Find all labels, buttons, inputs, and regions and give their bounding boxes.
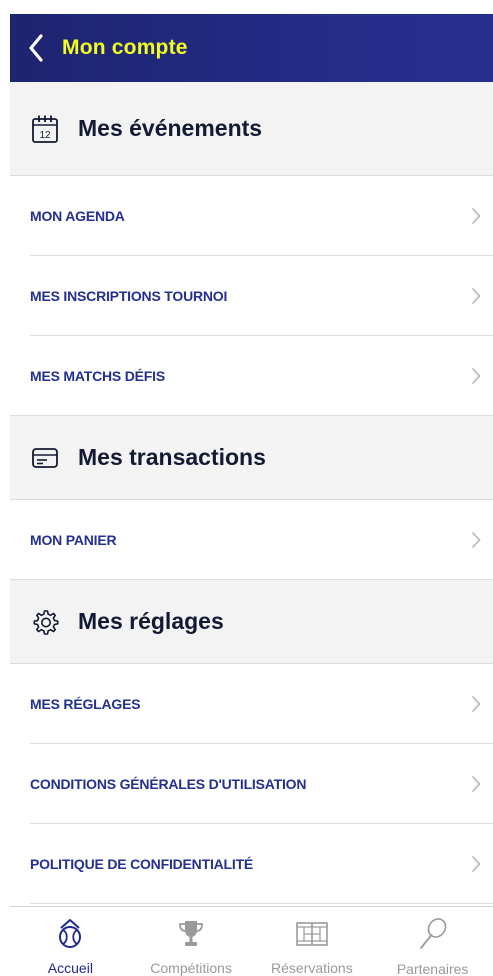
chevron-right-icon (469, 530, 483, 550)
bottom-tab-bar: Accueil Compétitions Réservations Parten… (10, 906, 493, 976)
chevron-right-icon (469, 366, 483, 386)
menu-item-label: MON PANIER (30, 532, 117, 548)
chevron-right-icon (469, 206, 483, 226)
app-header: Mon compte (10, 14, 493, 82)
trophy-icon (174, 917, 208, 950)
tab-label: Compétitions (150, 960, 232, 976)
court-icon (295, 917, 329, 950)
menu-item-privacy-policy[interactable]: POLITIQUE DE CONFIDENTIALITÉ (10, 824, 493, 904)
menu-item-label: MON AGENDA (30, 208, 125, 224)
card-icon (30, 443, 60, 473)
section-title-transactions: Mes transactions (78, 444, 266, 470)
chevron-right-icon (469, 286, 483, 306)
racket-icon (416, 917, 450, 951)
menu-item-challenge-matches[interactable]: MES MATCHS DÉFIS (10, 336, 493, 416)
tab-label: Accueil (47, 960, 93, 976)
menu-item-label: MES RÉGLAGES (30, 696, 141, 712)
back-button[interactable] (10, 14, 62, 82)
calendar-icon: 12 (30, 114, 60, 144)
tab-reservations[interactable]: Réservations (252, 907, 373, 976)
tab-home[interactable]: Accueil (10, 907, 131, 976)
menu-item-cart[interactable]: MON PANIER (10, 500, 493, 580)
tab-competitions[interactable]: Compétitions (131, 907, 252, 976)
menu-item-label: MES MATCHS DÉFIS (30, 368, 165, 384)
page-title: Mon compte (62, 36, 188, 59)
menu-item-label: MES INSCRIPTIONS TOURNOI (30, 288, 228, 304)
tab-label: Réservations (271, 960, 353, 976)
menu-item-label: CONDITIONS GÉNÉRALES D'UTILISATION (30, 776, 307, 792)
gear-icon (30, 607, 60, 637)
chevron-right-icon (469, 774, 483, 794)
menu-item-agenda[interactable]: MON AGENDA (10, 176, 493, 256)
tab-partners[interactable]: Partenaires (372, 907, 493, 976)
section-header-transactions: Mes transactions (10, 416, 493, 500)
calendar-day: 12 (39, 130, 51, 141)
section-title-settings: Mes réglages (78, 608, 224, 634)
section-title-events: Mes événements (78, 115, 263, 141)
section-header-settings: Mes réglages (10, 580, 493, 664)
section-header-events: 12 Mes événements (10, 82, 493, 176)
menu-item-label: POLITIQUE DE CONFIDENTIALITÉ (30, 856, 254, 872)
tennis-ball-icon (53, 917, 87, 950)
menu-item-tournament-registrations[interactable]: MES INSCRIPTIONS TOURNOI (10, 256, 493, 336)
chevron-left-icon (29, 34, 43, 62)
menu-item-settings[interactable]: MES RÉGLAGES (10, 664, 493, 744)
chevron-right-icon (469, 854, 483, 874)
chevron-right-icon (469, 694, 483, 714)
tab-label: Partenaires (396, 961, 469, 976)
menu-item-terms-of-use[interactable]: CONDITIONS GÉNÉRALES D'UTILISATION (10, 744, 493, 824)
account-menu: 12 Mes événements MON AGENDA MES INSCRIP… (10, 82, 493, 904)
